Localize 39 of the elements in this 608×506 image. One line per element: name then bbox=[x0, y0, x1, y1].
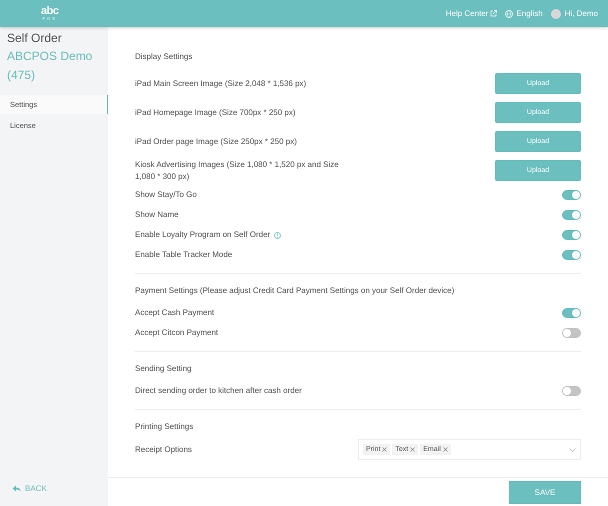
setting-label: Accept Cash Payment bbox=[135, 307, 214, 319]
logo: abc bbox=[41, 6, 58, 17]
setting-label: Direct sending order to kitchen after cash order bbox=[135, 385, 302, 397]
toggle-switch[interactable] bbox=[562, 328, 581, 338]
setting-label: Kiosk Advertising Images (Size 1,080 * 1,520 px and Size 1,080 * 300 px) bbox=[135, 158, 340, 182]
setting-label: Show Name bbox=[135, 209, 179, 221]
save-button[interactable]: SAVE bbox=[509, 480, 581, 504]
setting-label: Enable Table Tracker Mode bbox=[135, 249, 232, 261]
avatar-icon bbox=[550, 8, 561, 18]
back-arrow-icon bbox=[12, 485, 21, 492]
setting-label: Accept Citcon Payment bbox=[135, 327, 218, 339]
page-title: Self Order bbox=[6, 31, 63, 45]
language-selector[interactable]: English bbox=[516, 9, 543, 18]
store-name: ABCPOS Demo (475) bbox=[6, 48, 94, 84]
section-title: Payment Settings (Please adjust Credit Card Payment Settings on your Self Order device) bbox=[135, 285, 456, 297]
external-link-icon bbox=[490, 10, 498, 17]
setting-label: Show Stay/To Go bbox=[135, 189, 197, 201]
section-title: Printing Settings bbox=[135, 421, 194, 433]
setting-label: Enable Loyalty Program on Self Order bbox=[135, 229, 270, 241]
section-title: Display Settings bbox=[135, 51, 194, 63]
toggle-switch[interactable] bbox=[562, 230, 581, 240]
toggle-switch[interactable] bbox=[562, 250, 581, 260]
toggle-switch[interactable] bbox=[562, 308, 581, 318]
toggle-switch[interactable] bbox=[562, 210, 581, 220]
setting-label: iPad Main Screen Image (Size 2,048 * 1,536 px) bbox=[135, 78, 306, 90]
setting-label: iPad Homepage Image (Size 700px * 250 px) bbox=[135, 106, 296, 118]
help-center-link[interactable]: Help Center bbox=[446, 9, 488, 18]
globe-icon bbox=[505, 10, 514, 18]
user-greeting[interactable]: Hi, Demo bbox=[564, 9, 598, 18]
toggle-switch[interactable] bbox=[562, 190, 581, 200]
section-title: Sending Setting bbox=[135, 363, 192, 375]
remove-icon[interactable] bbox=[410, 447, 416, 452]
back-button[interactable]: BACK bbox=[0, 484, 108, 493]
setting-label: Receipt Options bbox=[135, 444, 192, 456]
remove-icon[interactable] bbox=[382, 447, 388, 452]
setting-label: iPad Order page Image (Size 250px * 250 px) bbox=[135, 136, 297, 148]
remove-icon[interactable] bbox=[442, 447, 448, 452]
chevron-down-icon bbox=[569, 448, 576, 452]
toggle-switch[interactable] bbox=[562, 386, 581, 396]
